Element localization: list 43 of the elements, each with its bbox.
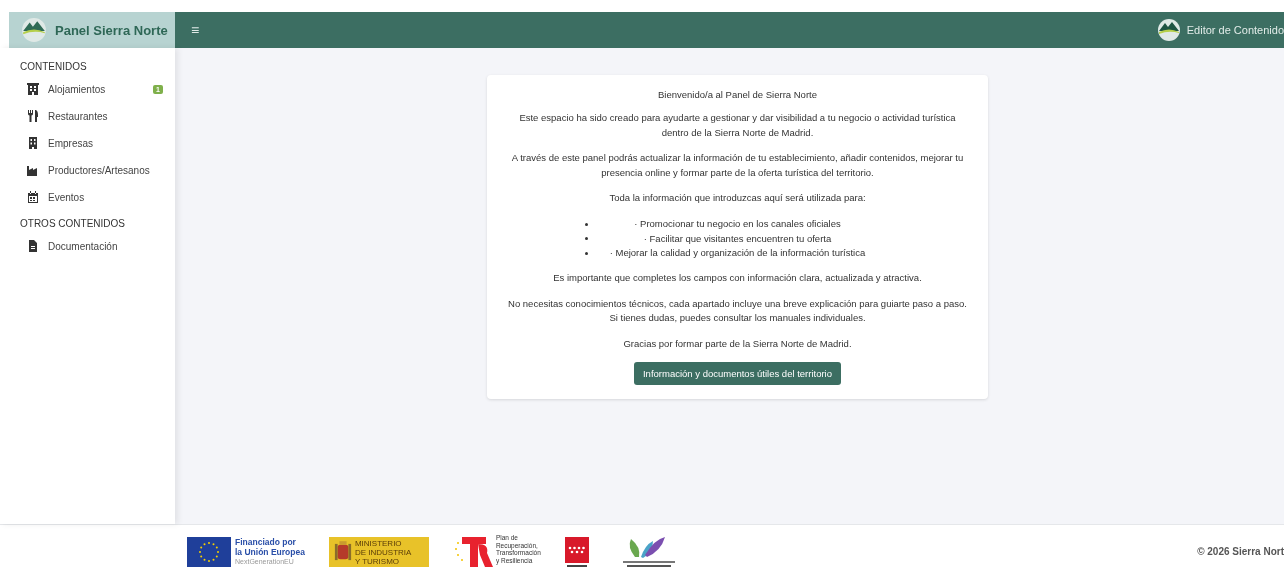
leaf-logo-icon bbox=[620, 537, 677, 567]
copyright-text: © 2026 Sierra Nort bbox=[1197, 544, 1284, 557]
list-item: · Mejorar la calidad y organización de la información turística bbox=[609, 247, 866, 259]
utensils-icon bbox=[27, 110, 39, 122]
paragraph: Si tienes dudas, puedes consultar los manuales individuales. bbox=[609, 311, 866, 325]
file-icon bbox=[27, 240, 39, 252]
sidebar-item[interactable]: Empresas bbox=[27, 136, 175, 150]
bullet-icon bbox=[585, 251, 588, 255]
sidebar-item[interactable]: Eventos bbox=[27, 190, 175, 204]
paragraph: Es importante que completes los campos con información clara, actualizada y atractiva. bbox=[553, 271, 922, 285]
industry-icon bbox=[27, 164, 39, 176]
mountain-logo-icon bbox=[21, 17, 47, 43]
section-heading: CONTENIDOS bbox=[20, 60, 88, 74]
eu-flag-icon bbox=[187, 537, 231, 567]
logo-text: la Unión Europea bbox=[235, 547, 305, 557]
logo-text: DE INDUSTRIA bbox=[354, 547, 412, 557]
paragraph: Este espacio ha sido creado para ayudarte a gestionar y dar visibilidad a tu negocio o actividad turística dentro de la Sierra Norte de Madrid. bbox=[518, 111, 957, 140]
paragraph: Gracias por formar parte de la Sierra Norte de Madrid. bbox=[623, 336, 852, 351]
paragraph: Toda la información que introduzcas aquí será utilizada para: bbox=[609, 191, 866, 205]
bullet-icon bbox=[585, 237, 588, 240]
list-item: · Facilitar que visitantes encuentren tu oferta bbox=[643, 232, 832, 244]
user-avatar-icon[interactable] bbox=[1156, 18, 1181, 42]
user-name[interactable]: Editor de Contenido bbox=[1186, 24, 1284, 36]
hotel-icon bbox=[27, 83, 39, 95]
sidebar-item[interactable]: Documentación bbox=[27, 239, 175, 253]
building-icon bbox=[27, 137, 39, 149]
coat-of-arms-icon bbox=[333, 541, 352, 563]
logo-text: Financiado por bbox=[235, 537, 297, 547]
list-item: · Promocionar tu negocio en los canales oficiales bbox=[634, 218, 841, 230]
bullet-icon bbox=[585, 222, 588, 226]
welcome-title: Bienvenido/a al Panel de Sierra Norte bbox=[658, 89, 817, 100]
calendar-icon bbox=[27, 191, 39, 203]
section-heading: OTROS CONTENIDOS bbox=[20, 217, 126, 231]
sidebar-item[interactable]: Restaurantes bbox=[27, 109, 175, 123]
menu-button[interactable]: ≡ bbox=[187, 22, 204, 38]
sidebar-item[interactable]: Productores/Artesanos bbox=[27, 163, 175, 177]
brand-title[interactable]: Panel Sierra Norte bbox=[55, 22, 168, 38]
paragraph: No necesitas conocimientos técnicos, cada apartado incluye una breve explicación para guiarte paso a paso. bbox=[508, 296, 967, 311]
paragraph: A través de este panel podrás actualizar la información de tu establecimiento, añadir contenidos, mejorar tu presencia online y formar parte de la oferta turística del territorio. bbox=[510, 151, 965, 180]
tr-logo-icon bbox=[452, 534, 493, 567]
logo-text: MINISTERIO bbox=[354, 538, 403, 548]
info-button[interactable]: Información y documentos útiles del territorio bbox=[634, 362, 841, 385]
logo-text: Y TURISMO bbox=[354, 556, 401, 566]
